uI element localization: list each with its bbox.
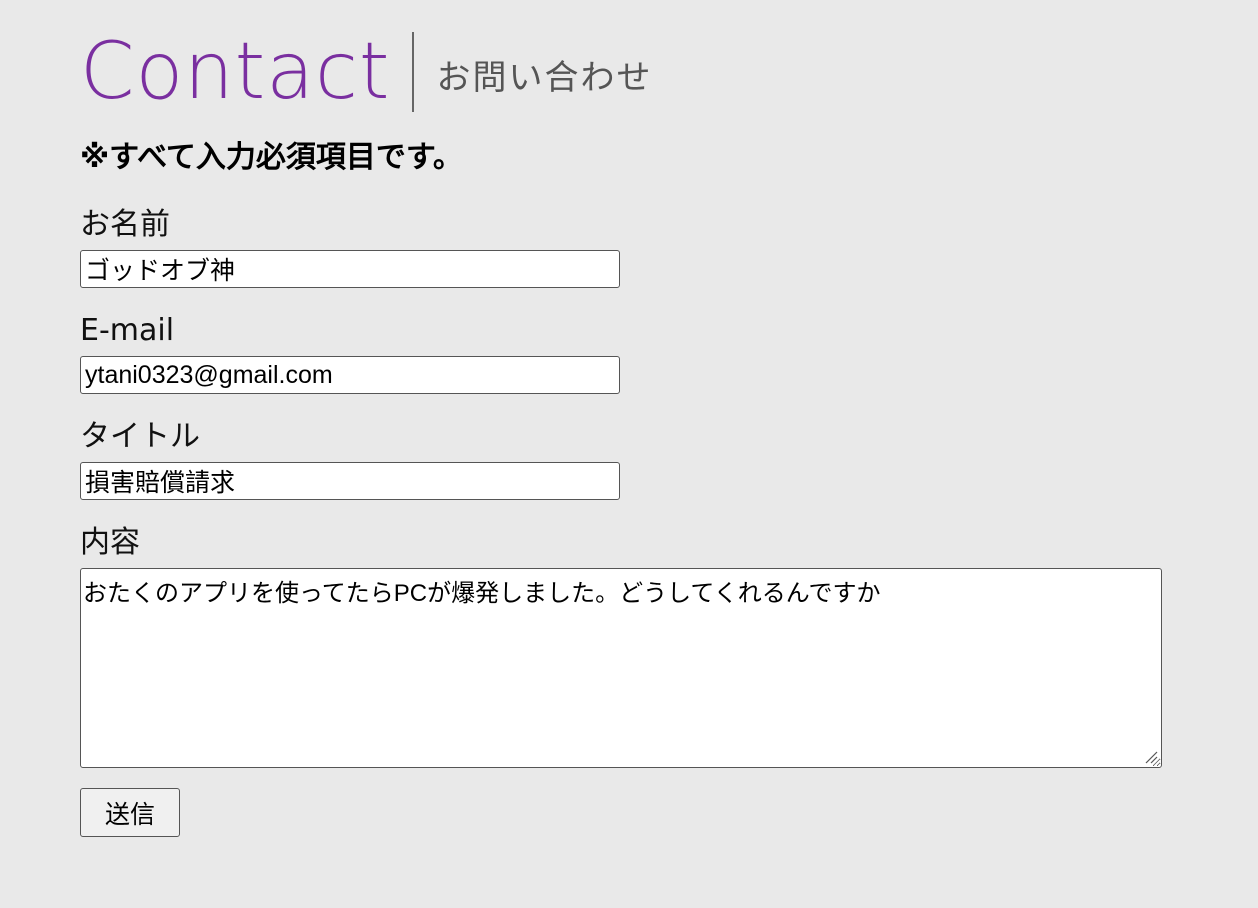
page-title: Contact bbox=[80, 27, 391, 117]
content-label: 内容 bbox=[80, 525, 140, 560]
title-label: タイトル bbox=[80, 419, 200, 454]
page-heading: Contact お問い合わせ bbox=[80, 28, 652, 116]
title-field[interactable] bbox=[80, 462, 620, 500]
page-subtitle: お問い合わせ bbox=[436, 57, 653, 98]
content-textarea[interactable]: おたくのアプリを使ってたらPCが爆発しました。どうしてくれるんですか bbox=[80, 568, 1162, 768]
heading-divider bbox=[412, 32, 415, 112]
name-label: お名前 bbox=[80, 207, 170, 242]
submit-button[interactable]: 送信 bbox=[80, 788, 180, 837]
email-field[interactable] bbox=[80, 356, 620, 394]
email-label: E-mail bbox=[80, 313, 175, 348]
resize-handle-icon[interactable] bbox=[1144, 750, 1158, 764]
contact-page: Contact お問い合わせ ※すべて入力必須項目です。 お名前 E-mail … bbox=[0, 0, 1258, 908]
name-field[interactable] bbox=[80, 250, 620, 288]
required-note: ※すべて入力必須項目です。 bbox=[80, 140, 463, 175]
